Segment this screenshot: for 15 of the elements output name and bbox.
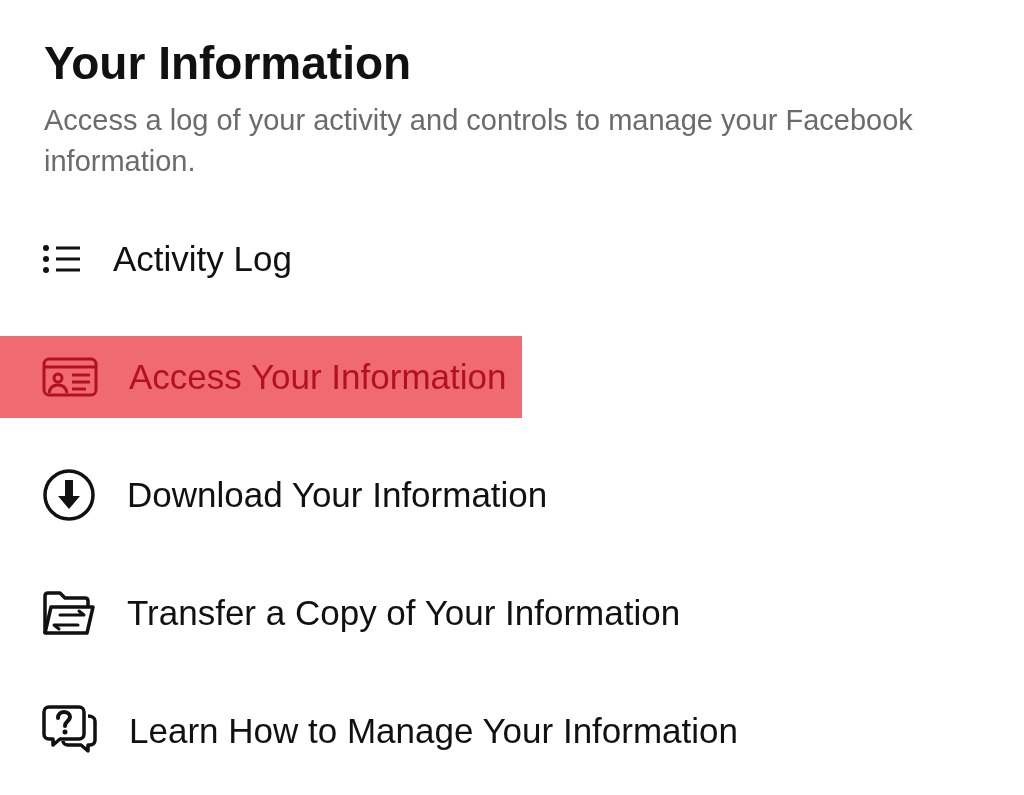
menu-item[interactable]: Learn How to Manage Your Information — [0, 690, 754, 772]
menu-item[interactable]: Activity Log — [0, 218, 308, 300]
menu-item-label: Activity Log — [113, 239, 292, 279]
id-card-icon — [42, 357, 98, 397]
section-title: Your Information — [44, 36, 413, 90]
folder-transfer-icon — [42, 590, 96, 636]
menu-item[interactable]: Transfer a Copy of Your Information — [0, 572, 697, 654]
menu-item-label: Learn How to Manage Your Information — [129, 711, 738, 751]
menu-item-label: Transfer a Copy of Your Information — [127, 593, 681, 633]
menu-item[interactable]: Download Your Information — [0, 454, 564, 536]
list-icon — [42, 243, 82, 275]
menu-item-label: Access Your Information — [129, 357, 507, 397]
section-description: Access a log of your activity and controls to manage your Facebook information. — [44, 103, 914, 179]
download-icon — [42, 468, 96, 522]
menu-item-label: Download Your Information — [127, 475, 548, 515]
